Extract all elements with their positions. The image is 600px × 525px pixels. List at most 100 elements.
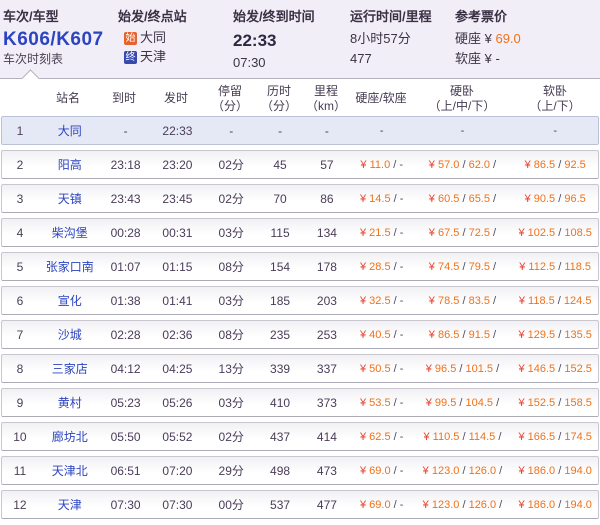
table-row: 5张家口南01:0701:1508分154178¥ 28.5 / -¥ 74.5… (1, 252, 599, 281)
station-link[interactable]: 天津 (38, 496, 102, 513)
col-label-train-type: 车次/车型 (0, 6, 118, 28)
stop-minutes: 02分 (205, 190, 257, 207)
arrive-time: 01:38 (102, 294, 150, 308)
elapsed-minutes: 410 (257, 396, 303, 410)
station-link[interactable]: 宣化 (38, 292, 102, 309)
stop-minutes: 03分 (205, 292, 257, 309)
hard-sleeper-fare: ¥ 96.5 / 101.5 / (413, 363, 513, 375)
soft-sleeper-fare: ¥ 152.5 / 158.5 (512, 397, 598, 409)
station-link[interactable]: 阳高 (38, 156, 102, 173)
row-number: 7 (2, 328, 38, 342)
run-duration: 8小时57分 (350, 29, 455, 48)
row-number: 12 (2, 498, 38, 512)
summary-values-row: K606/K607 车次时刻表 始 大同 终 天津 22:33 07:30 8小… (0, 28, 600, 78)
col-label-origin-dest: 始发/终点站 (118, 6, 233, 28)
origin-badge-icon: 始 (124, 32, 137, 45)
row-number: 10 (2, 430, 38, 444)
station-link[interactable]: 天镇 (38, 190, 102, 207)
distance-km: 86 (303, 192, 351, 206)
elapsed-minutes: 437 (257, 430, 303, 444)
elapsed-minutes: 154 (257, 260, 303, 274)
timetable-col-header: 发时 (148, 91, 204, 106)
stop-minutes: 02分 (205, 156, 257, 173)
row-number: 6 (2, 294, 38, 308)
arrival-time: 07:30 (233, 54, 350, 72)
train-timetable-page: 车次/车型 始发/终点站 始发/终到时间 运行时间/里程 参考票价 K606/K… (0, 0, 600, 525)
hard-sleeper-fare: ¥ 57.0 / 62.0 / (413, 159, 513, 171)
arrive-time: 05:23 (102, 396, 150, 410)
row-number: 4 (2, 226, 38, 240)
depart-time: 01:15 (150, 260, 206, 274)
col-label-reference-fare: 参考票价 (455, 6, 600, 28)
seat-fare: ¥ 11.0 / - (351, 159, 413, 171)
soft-sleeper-fare: ¥ 90.5 / 96.5 (512, 193, 598, 205)
soft-sleeper-fare: ¥ 166.5 / 174.5 (512, 431, 598, 443)
timetable-col-header: 站名 (36, 91, 100, 106)
row-number: 9 (2, 396, 38, 410)
depart-time: 05:26 (150, 396, 206, 410)
table-row: 1大同-22:33------ (1, 116, 599, 145)
timetable-col-header: 到时 (100, 91, 148, 106)
table-row: 12天津07:3007:3000分537477¥ 69.0 / -¥ 123.0… (1, 490, 599, 519)
table-row: 7沙城02:2802:3608分235253¥ 40.5 / -¥ 86.5 /… (1, 320, 599, 349)
station-link[interactable]: 天津北 (38, 462, 102, 479)
distance-km: 253 (303, 328, 351, 342)
hard-sleeper-fare: ¥ 123.0 / 126.0 / (413, 499, 513, 511)
destination-station: 天津 (140, 48, 166, 66)
seat-fare: ¥ 21.5 / - (351, 227, 413, 239)
stop-minutes: 00分 (205, 496, 257, 513)
soft-sleeper-fare: ¥ 112.5 / 118.5 (512, 261, 598, 273)
depart-time: 00:31 (150, 226, 206, 240)
station-link[interactable]: 大同 (38, 122, 102, 139)
seat-fare: ¥ 69.0 / - (351, 499, 413, 511)
hard-sleeper-fare: ¥ 110.5 / 114.5 / (413, 431, 513, 443)
arrive-time: 05:50 (102, 430, 150, 444)
table-row: 3天镇23:4323:4502分7086¥ 14.5 / -¥ 60.5 / 6… (1, 184, 599, 213)
col-label-duration-distance: 运行时间/里程 (350, 6, 455, 28)
station-link[interactable]: 黄村 (38, 394, 102, 411)
stop-minutes: 08分 (205, 326, 257, 343)
tab-train-timetable[interactable]: 车次时刻表 (3, 51, 118, 67)
hard-sleeper-fare: ¥ 99.5 / 104.5 / (413, 397, 513, 409)
arrive-time: 04:12 (102, 362, 150, 376)
hard-seat-fare: 硬座 ¥ 69.0 (455, 29, 600, 48)
elapsed-minutes: 498 (257, 464, 303, 478)
arrive-time: 01:07 (102, 260, 150, 274)
seat-fare: ¥ 28.5 / - (351, 261, 413, 273)
table-row: 11天津北06:5107:2029分498473¥ 69.0 / -¥ 123.… (1, 456, 599, 485)
station-link[interactable]: 三家店 (38, 360, 102, 377)
station-link[interactable]: 柴沟堡 (38, 224, 102, 241)
distance-km: 203 (303, 294, 351, 308)
distance-km: 57 (303, 158, 351, 172)
hard-sleeper-fare: ¥ 74.5 / 79.5 / (413, 261, 513, 273)
depart-time: 04:25 (150, 362, 206, 376)
elapsed-minutes: 537 (257, 498, 303, 512)
station-link[interactable]: 廊坊北 (38, 428, 102, 445)
timetable-header-row: 站名到时发时停留（分）历时（分）里程（km）硬座/软座硬卧（上/中/下）软卧（上… (0, 81, 600, 116)
arrive-time: 00:28 (102, 226, 150, 240)
total-distance: 477 (350, 49, 455, 68)
stop-minutes: 08分 (205, 258, 257, 275)
depart-time: 07:20 (150, 464, 206, 478)
distance-km: 473 (303, 464, 351, 478)
distance-km: 337 (303, 362, 351, 376)
hard-sleeper-fare: ¥ 60.5 / 65.5 / (413, 193, 513, 205)
depart-time: 02:36 (150, 328, 206, 342)
soft-sleeper-fare: ¥ 186.0 / 194.0 (512, 465, 598, 477)
station-link[interactable]: 沙城 (38, 326, 102, 343)
timetable-col-header: 停留（分） (204, 84, 256, 114)
soft-sleeper-fare: - (512, 125, 598, 137)
depart-time: 22:33 (150, 124, 206, 138)
hard-sleeper-fare: ¥ 67.5 / 72.5 / (413, 227, 513, 239)
timetable-col-header: 历时（分） (256, 84, 302, 114)
elapsed-minutes: 70 (257, 192, 303, 206)
timetable-col-header: 硬座/软座 (350, 91, 412, 106)
seat-fare: ¥ 40.5 / - (351, 329, 413, 341)
train-number: K606/K607 (3, 28, 118, 51)
table-row: 2阳高23:1823:2002分4557¥ 11.0 / -¥ 57.0 / 6… (1, 150, 599, 179)
stop-minutes: - (205, 124, 257, 138)
hard-seat-fare-value: 69.0 (495, 31, 520, 46)
table-row: 6宣化01:3801:4103分185203¥ 32.5 / -¥ 78.5 /… (1, 286, 599, 315)
elapsed-minutes: 185 (257, 294, 303, 308)
station-link[interactable]: 张家口南 (38, 258, 102, 275)
